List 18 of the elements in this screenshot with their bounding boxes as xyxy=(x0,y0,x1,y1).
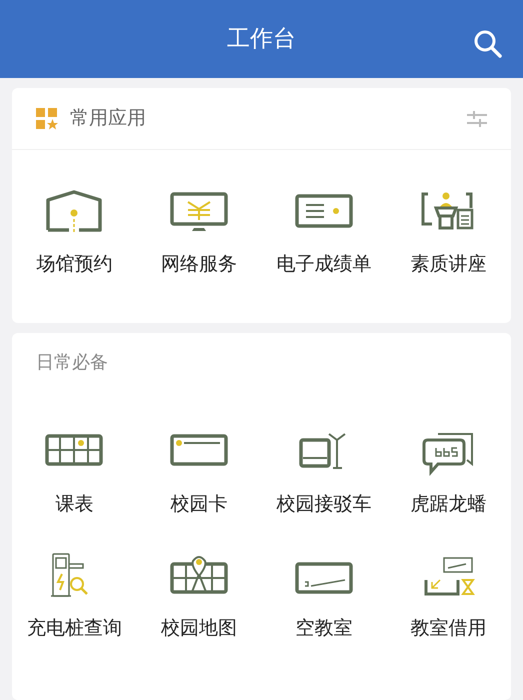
page-title: 工作台 xyxy=(227,24,296,54)
app-shortcut[interactable]: 素质讲座 xyxy=(386,186,511,278)
app-shortcut[interactable]: 充电桩查询 xyxy=(12,550,137,642)
app-shortcut[interactable]: 教室借用 xyxy=(386,550,511,642)
app-shortcut[interactable]: 校园接驳车 xyxy=(262,426,386,518)
app-shortcut[interactable]: 课表 xyxy=(12,426,137,518)
search-icon[interactable] xyxy=(473,29,503,59)
sliders-icon[interactable] xyxy=(467,110,487,128)
app-shortcut[interactable]: 空教室 xyxy=(262,550,386,642)
app-shortcut[interactable]: 虎踞龙蟠 xyxy=(386,426,511,518)
app-shortcut[interactable]: 校园地图 xyxy=(136,550,262,642)
app-shortcut[interactable]: 场馆预约 xyxy=(12,186,137,278)
section-title: 常用应用 xyxy=(70,106,146,132)
app-shortcut[interactable]: 电子成绩单 xyxy=(262,186,386,278)
apps-star-icon xyxy=(36,108,58,130)
app-shortcut[interactable]: 网络服务 xyxy=(136,186,262,278)
app-shortcut[interactable]: 校园卡 xyxy=(136,426,262,518)
section-title: 日常必备 xyxy=(36,352,108,372)
